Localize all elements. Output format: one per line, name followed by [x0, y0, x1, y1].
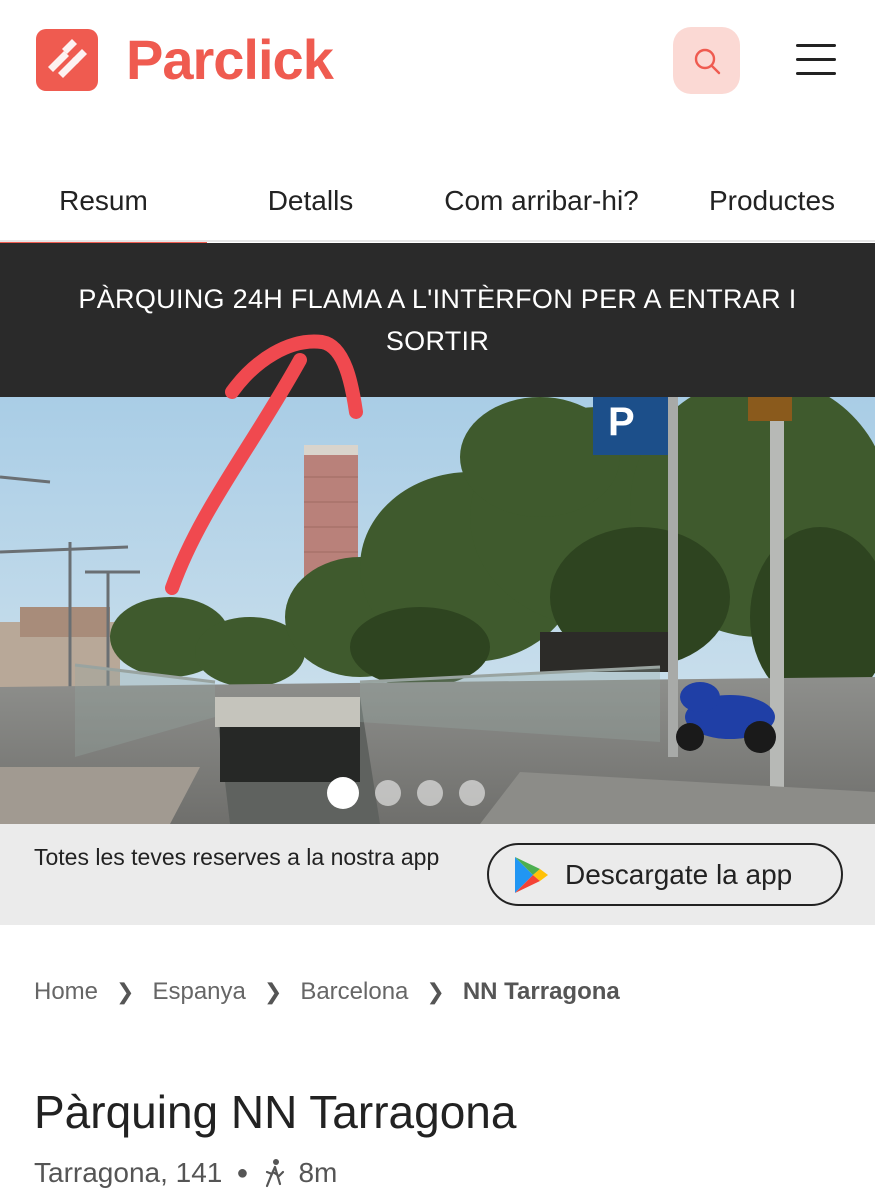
- parking-photo[interactable]: P: [0, 397, 875, 824]
- brand-name[interactable]: Parclick: [126, 28, 334, 92]
- header: Parclick: [0, 0, 875, 122]
- breadcrumb-current: NN Tarragona: [462, 978, 620, 1005]
- walking-icon: [266, 1159, 285, 1188]
- google-play-icon: [515, 856, 548, 893]
- chevron-right-icon: ❯: [263, 979, 283, 1004]
- parclick-logo-icon[interactable]: [36, 29, 98, 91]
- notice-text: PÀRQUING 24H FLAMA A L'INTÈRFON PER A EN…: [78, 284, 797, 356]
- svg-text:P: P: [608, 400, 635, 444]
- gallery-dot-3[interactable]: [416, 780, 443, 806]
- gallery-dot-4[interactable]: [458, 780, 485, 806]
- breadcrumb-barcelona[interactable]: Barcelona: [300, 978, 408, 1006]
- parking-address-row: Tarragona, 141 ● 8m: [34, 1157, 337, 1189]
- separator-dot: ●: [236, 1161, 249, 1184]
- tab-productes[interactable]: Productes: [669, 160, 875, 242]
- app-banner-text: Totes les teves reserves a la nostra app: [34, 844, 440, 870]
- tab-resum[interactable]: Resum: [0, 160, 207, 244]
- chevron-right-icon: ❯: [426, 979, 445, 1004]
- search-icon: [694, 48, 720, 74]
- section-tabs: Resum Detalls Com arribar-hi? Productes: [0, 160, 875, 244]
- parking-address: Tarragona, 141: [34, 1157, 223, 1188]
- download-app-button[interactable]: Descargate la app: [487, 843, 843, 906]
- gallery-dot-2[interactable]: [374, 780, 401, 806]
- tab-com-arribar-hi[interactable]: Com arribar-hi?: [414, 160, 669, 242]
- notice-banner: PÀRQUING 24H FLAMA A L'INTÈRFON PER A EN…: [0, 243, 875, 397]
- gallery-dot-1[interactable]: [326, 777, 359, 809]
- tab-detalls[interactable]: Detalls: [207, 160, 414, 242]
- hamburger-menu-icon[interactable]: [796, 44, 836, 78]
- walk-time: 8m: [298, 1157, 338, 1188]
- gallery-pagination: [0, 777, 875, 809]
- breadcrumb-espanya[interactable]: Espanya: [152, 978, 245, 1006]
- breadcrumb: Home ❯ Espanya ❯ Barcelona ❯ NN Tarragon…: [34, 978, 620, 1006]
- page-title: Pàrquing NN Tarragona: [34, 1086, 517, 1138]
- breadcrumb-home[interactable]: Home: [34, 978, 98, 1006]
- search-button[interactable]: [673, 27, 740, 94]
- download-app-label: Descargate la app: [565, 858, 793, 890]
- chevron-right-icon: ❯: [116, 979, 135, 1004]
